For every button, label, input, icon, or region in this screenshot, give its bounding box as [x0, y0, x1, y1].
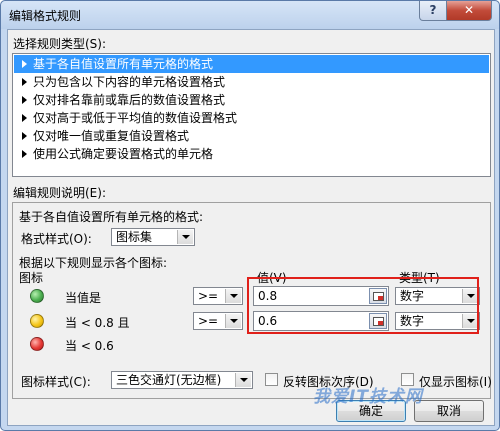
rule-desc-label: 编辑规则说明(E): — [13, 186, 106, 200]
show-icon-only-checkbox[interactable] — [401, 373, 414, 386]
value-column-header: 值(V) — [257, 271, 287, 285]
chevron-down-icon[interactable] — [462, 289, 478, 303]
show-icon-only-label[interactable]: 仅显示图标(I) — [419, 373, 492, 390]
cell-reference-icon[interactable] — [369, 313, 387, 329]
value-input-text: 0.8 — [258, 289, 278, 303]
reverse-order-label[interactable]: 反转图标次序(D) — [283, 373, 374, 390]
chevron-down-icon[interactable] — [462, 314, 478, 328]
window-title: 编辑格式规则 — [9, 9, 82, 23]
dialog-window: 编辑格式规则 ? ✕ 选择规则类型(S): 基于各自值设置所有单元格的格式 只为… — [0, 0, 500, 431]
ok-button[interactable]: 确定 — [336, 400, 406, 422]
value-input[interactable]: 0.8 — [253, 286, 389, 306]
green-light-icon — [30, 289, 44, 303]
type-select[interactable]: 数字 — [395, 312, 480, 330]
operator-value: >= — [198, 314, 219, 328]
value-input[interactable]: 0.6 — [253, 311, 389, 331]
icon-style-select[interactable]: 三色交通灯(无边框) — [111, 371, 253, 389]
rule-type-item-label: 只为包含以下内容的单元格设置格式 — [33, 75, 226, 89]
rule-row-text: 当 < 0.6 — [65, 339, 114, 353]
operator-value: >= — [198, 289, 219, 303]
rule-desc-subtitle: 基于各自值设置所有单元格的格式: — [19, 210, 204, 224]
arrow-right-icon — [22, 96, 27, 104]
rule-type-item-label: 仅对唯一值或重复值设置格式 — [33, 129, 190, 143]
chevron-down-icon[interactable] — [225, 289, 241, 303]
icon-style-label: 图标样式(C): — [21, 375, 91, 389]
format-style-select[interactable]: 图标集 — [111, 228, 195, 246]
red-light-icon — [30, 337, 44, 351]
rule-type-item[interactable]: 仅对排名靠前或靠后的数值设置格式 — [14, 91, 489, 109]
rule-type-item[interactable]: 基于各自值设置所有单元格的格式 — [14, 55, 489, 73]
rule-desc-panel: 基于各自值设置所有单元格的格式: 格式样式(O): 图标集 根据以下规则显示各个… — [12, 202, 492, 399]
format-style-label: 格式样式(O): — [21, 232, 92, 246]
rule-row-text: 当 < 0.8 且 — [65, 316, 130, 330]
chevron-down-icon[interactable] — [235, 373, 251, 387]
reverse-order-checkbox[interactable] — [265, 373, 278, 386]
rule-type-item-label: 仅对排名靠前或靠后的数值设置格式 — [33, 93, 226, 107]
operator-select[interactable]: >= — [193, 312, 243, 330]
type-column-header: 类型(T) — [399, 271, 440, 285]
operator-select[interactable]: >= — [193, 287, 243, 305]
rule-type-label: 选择规则类型(S): — [13, 37, 107, 51]
rule-type-item[interactable]: 只为包含以下内容的单元格设置格式 — [14, 73, 489, 91]
help-button[interactable]: ? — [419, 1, 447, 21]
format-style-value: 图标集 — [116, 230, 153, 244]
icon-column-header: 图标 — [19, 271, 44, 285]
value-input-text: 0.6 — [258, 314, 278, 328]
title-bar[interactable]: 编辑格式规则 ? ✕ — [1, 1, 499, 29]
dialog-body: 选择规则类型(S): 基于各自值设置所有单元格的格式 只为包含以下内容的单元格设… — [7, 29, 495, 426]
close-button[interactable]: ✕ — [446, 1, 492, 21]
arrow-right-icon — [22, 60, 27, 68]
cell-reference-icon[interactable] — [369, 288, 387, 304]
rule-type-item[interactable]: 使用公式确定要设置格式的单元格 — [14, 145, 489, 163]
chevron-down-icon[interactable] — [225, 314, 241, 328]
type-select[interactable]: 数字 — [395, 287, 480, 305]
arrow-right-icon — [22, 132, 27, 140]
type-value: 数字 — [400, 314, 425, 328]
icon-style-value: 三色交通灯(无边框) — [116, 373, 222, 387]
arrow-right-icon — [22, 78, 27, 86]
arrow-right-icon — [22, 150, 27, 158]
rule-row-text: 当值是 — [65, 291, 102, 305]
rule-type-item-label: 基于各自值设置所有单元格的格式 — [33, 57, 214, 71]
rule-type-item-label: 仅对高于或低于平均值的数值设置格式 — [33, 111, 238, 125]
chevron-down-icon[interactable] — [177, 230, 193, 244]
rule-type-item[interactable]: 仅对高于或低于平均值的数值设置格式 — [14, 109, 489, 127]
rule-type-item[interactable]: 仅对唯一值或重复值设置格式 — [14, 127, 489, 145]
cancel-button[interactable]: 取消 — [414, 400, 484, 422]
yellow-light-icon — [30, 314, 44, 328]
rule-type-item-label: 使用公式确定要设置格式的单元格 — [33, 147, 214, 161]
type-value: 数字 — [400, 289, 425, 303]
rule-type-list[interactable]: 基于各自值设置所有单元格的格式 只为包含以下内容的单元格设置格式 仅对排名靠前或… — [12, 53, 491, 177]
arrow-right-icon — [22, 114, 27, 122]
